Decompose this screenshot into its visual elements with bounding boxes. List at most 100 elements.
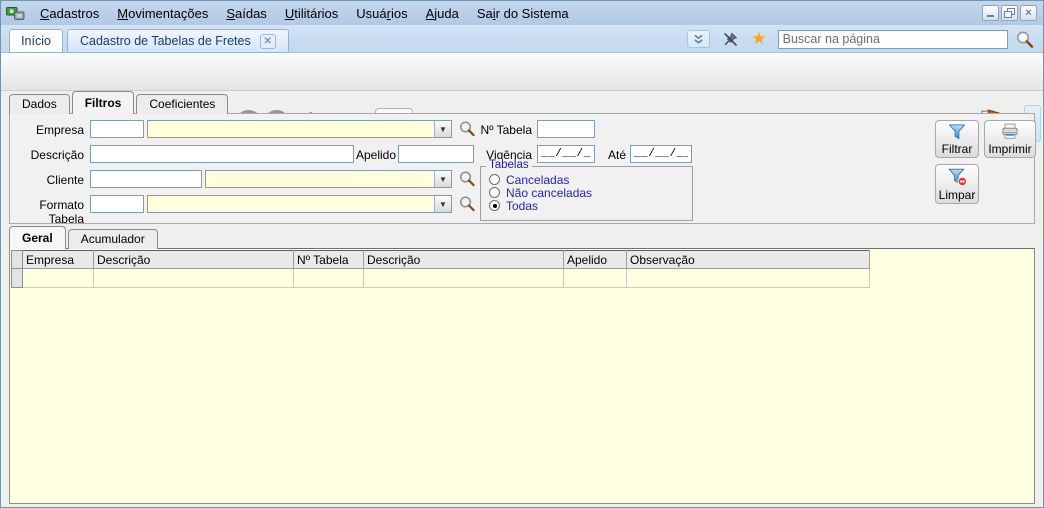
column-header-apelido-5[interactable]: Apelido	[564, 251, 627, 269]
radio-label: Canceladas	[506, 173, 569, 187]
empresa-code-input[interactable]	[90, 120, 144, 138]
filter-panel: Empresa ▼ Descrição Apelido Cliente ▼	[9, 113, 1035, 224]
radio-canceladas[interactable]: Canceladas	[489, 173, 569, 186]
magnifier-icon	[458, 170, 476, 188]
column-header-n-tabela-3[interactable]: Nº Tabela	[294, 251, 364, 269]
favorites-button[interactable]: ★	[749, 29, 769, 49]
empresa-combo-value	[148, 121, 434, 137]
tab-close-icon[interactable]: ✕	[260, 34, 276, 49]
radio-icon	[489, 174, 500, 185]
cliente-lookup-button[interactable]	[457, 170, 477, 188]
formato-lookup-button[interactable]	[457, 195, 477, 213]
menu-item-usuarios[interactable]: Usuários	[347, 4, 416, 23]
table-cell[interactable]	[627, 269, 870, 288]
clear-filter-icon	[947, 167, 968, 188]
table-row	[12, 269, 870, 288]
printer-icon	[1000, 122, 1020, 142]
descricao-label: Descrição	[10, 148, 84, 162]
tab-acumulador[interactable]: Acumulador	[68, 229, 158, 249]
filter-funnel-icon	[947, 122, 967, 142]
cliente-combo[interactable]: ▼	[205, 170, 452, 188]
filtrar-button[interactable]: Filtrar	[935, 120, 979, 158]
radio-icon	[489, 200, 500, 211]
ate-input[interactable]	[630, 145, 692, 163]
cliente-code-input[interactable]	[90, 170, 202, 188]
results-table-header-row: EmpresaDescriçãoNº TabelaDescriçãoApelid…	[12, 251, 870, 269]
pin-slash-icon	[722, 31, 739, 48]
table-cell[interactable]	[294, 269, 364, 288]
imprimir-button[interactable]: Imprimir	[984, 120, 1036, 158]
restore-icon	[1004, 8, 1015, 19]
row-selector-header[interactable]	[12, 251, 23, 269]
empresa-combo[interactable]: ▼	[147, 120, 452, 138]
minimize-button[interactable]	[982, 5, 999, 21]
tab-cadastro-tabelas-fretes[interactable]: Cadastro de Tabelas de Fretes ✕	[67, 29, 289, 53]
table-cell[interactable]	[94, 269, 294, 288]
close-button[interactable]: ×	[1020, 5, 1037, 21]
column-header-empresa-1[interactable]: Empresa	[23, 251, 94, 269]
radio-label: Todas	[506, 199, 538, 213]
tab-filtros[interactable]: Filtros	[72, 91, 135, 114]
magnifier-icon	[458, 195, 476, 213]
results-table: EmpresaDescriçãoNº TabelaDescriçãoApelid…	[11, 250, 870, 288]
tabelas-groupbox-label: Tabelas	[486, 159, 532, 171]
search-icon	[1015, 30, 1034, 49]
find-input[interactable]	[778, 30, 1009, 49]
column-header-observacao-6[interactable]: Observação	[627, 251, 870, 269]
menu-item-saidas[interactable]: Saídas	[217, 4, 275, 23]
formato-tabela-label: Formato Tabela	[10, 198, 84, 226]
formato-combo-value	[148, 196, 434, 212]
results-area: EmpresaDescriçãoNº TabelaDescriçãoApelid…	[9, 248, 1035, 504]
table-cell[interactable]	[364, 269, 564, 288]
panel-collapse-button[interactable]	[687, 30, 710, 48]
tab-dados[interactable]: Dados	[9, 94, 70, 114]
ntabela-label: Nº Tabela	[440, 123, 532, 137]
limpar-button[interactable]: Limpar	[935, 164, 979, 204]
cliente-combo-dropdown[interactable]: ▼	[434, 171, 451, 187]
page-tab-strip: DadosFiltrosCoeficientes	[9, 91, 230, 114]
formato-code-input[interactable]	[90, 195, 144, 213]
radio-icon	[489, 187, 500, 198]
cliente-combo-value	[206, 171, 434, 187]
descricao-input[interactable]	[90, 145, 354, 163]
radio-label: Não canceladas	[506, 186, 592, 200]
ntabela-input[interactable]	[537, 120, 595, 138]
column-header-descricao-2[interactable]: Descrição	[94, 251, 294, 269]
find-search-button[interactable]	[1014, 29, 1034, 49]
tab-inicio[interactable]: Início	[9, 29, 63, 53]
tab-coeficientes[interactable]: Coeficientes	[136, 94, 228, 114]
ate-label: Até	[602, 148, 626, 162]
restore-button[interactable]	[1001, 5, 1018, 21]
menu-item-ajuda[interactable]: Ajuda	[417, 4, 468, 23]
tab-cadastro-label: Cadastro de Tabelas de Fretes	[80, 34, 251, 48]
document-tab-strip: Início Cadastro de Tabelas de Fretes ✕ ★	[1, 25, 1043, 53]
formato-combo[interactable]: ▼	[147, 195, 452, 213]
main-toolbar: ▼	[1, 53, 1043, 91]
tab-inicio-label: Início	[21, 34, 51, 48]
menu-item-utilitarios[interactable]: Utilitários	[276, 4, 347, 23]
minimize-icon	[986, 9, 995, 18]
menu-items: CadastrosMovimentaçõesSaídasUtilitáriosU…	[31, 4, 578, 23]
imprimir-button-label: Imprimir	[988, 142, 1031, 156]
unpin-button[interactable]	[721, 29, 741, 49]
table-cell[interactable]	[564, 269, 627, 288]
empresa-label: Empresa	[10, 123, 84, 137]
row-selector-cell[interactable]	[12, 269, 23, 288]
column-header-descricao-4[interactable]: Descrição	[364, 251, 564, 269]
menu-item-movimentacoes[interactable]: Movimentações	[108, 4, 217, 23]
find-bar: ★	[687, 25, 1043, 53]
table-cell[interactable]	[23, 269, 94, 288]
vigencia-input[interactable]	[537, 145, 595, 163]
menu-item-sair-do-sistema[interactable]: Sair do Sistema	[468, 4, 578, 23]
formato-combo-dropdown[interactable]: ▼	[434, 196, 451, 212]
radio-todas[interactable]: Todas	[489, 199, 538, 212]
app-icon	[6, 5, 25, 21]
menu-item-cadastros[interactable]: Cadastros	[31, 4, 108, 23]
app-window: CadastrosMovimentaçõesSaídasUtilitáriosU…	[0, 0, 1044, 508]
tab-geral[interactable]: Geral	[9, 226, 66, 249]
limpar-button-label: Limpar	[939, 188, 976, 202]
cliente-label: Cliente	[10, 173, 84, 187]
menu-bar: CadastrosMovimentaçõesSaídasUtilitáriosU…	[1, 1, 1043, 25]
window-controls: ×	[982, 5, 1037, 21]
radio-nao-canceladas[interactable]: Não canceladas	[489, 186, 592, 199]
